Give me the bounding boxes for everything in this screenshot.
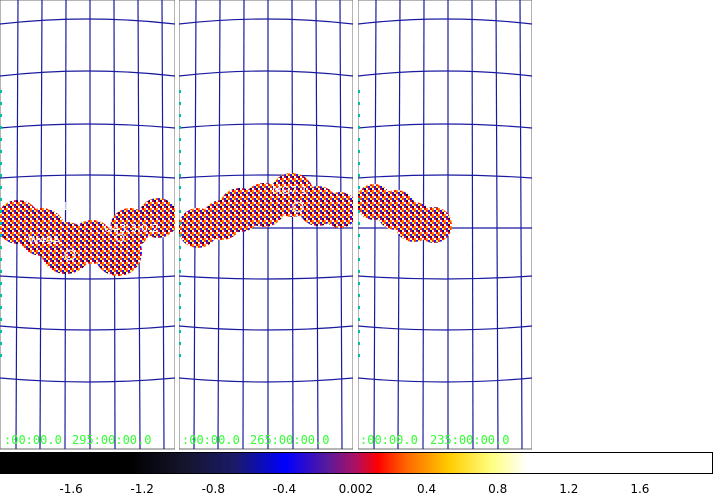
sky-frames-canvas[interactable]: G41.1-0.3 W49A G43.3-0.2 :00:00.0 295:00… — [0, 0, 713, 450]
ra-axis-label: :00:00.0 — [4, 433, 62, 447]
ra-axis-label: 265:00:00.0 — [250, 433, 329, 447]
source-label: G41.1-0.3 — [46, 200, 100, 213]
colorbar-tick-label: 1.2 — [559, 482, 579, 496]
ra-axis-label: :00:00.0 — [182, 433, 240, 447]
colorbar-tick-label: 0.8 — [488, 482, 508, 496]
source-label: MG7.1 — [272, 184, 308, 197]
source-label: G43.3-0.2 — [104, 222, 158, 235]
ra-axis-label: 235:00:00.0 — [430, 433, 509, 447]
colorbar-tick-label: -0.4 — [272, 482, 297, 496]
ra-axis-label: :00:00.0 — [360, 433, 418, 447]
frame-3[interactable]: :00:00.0 235:00:00.0 — [356, 0, 532, 450]
image-viewer[interactable]: G41.1-0.3 W49A G43.3-0.2 :00:00.0 295:00… — [0, 0, 713, 450]
source-label: W49A — [28, 234, 61, 247]
colorbar[interactable] — [0, 452, 713, 474]
frame-2[interactable]: MG7.1 :00:00.0 265:00:00.0 — [178, 0, 358, 450]
ra-axis-label: 295:00:00.0 — [72, 433, 151, 447]
colorbar-tick-label: -1.2 — [130, 482, 154, 496]
colorbar-tick-label: 0.4 — [417, 482, 437, 496]
colorbar-tick-label: -0.8 — [201, 482, 226, 496]
colorbar-tick-label: 1.6 — [630, 482, 650, 496]
colorbar-panel: -1.6 -1.2 -0.8 -0.4 0.002 0.4 0.8 1.2 1.6 — [0, 452, 713, 498]
frame-1[interactable]: G41.1-0.3 W49A G43.3-0.2 :00:00.0 295:00… — [0, 0, 178, 450]
colorbar-tick-label: 0.002 — [338, 482, 374, 496]
colorbar-tick-label: -1.6 — [59, 482, 83, 496]
